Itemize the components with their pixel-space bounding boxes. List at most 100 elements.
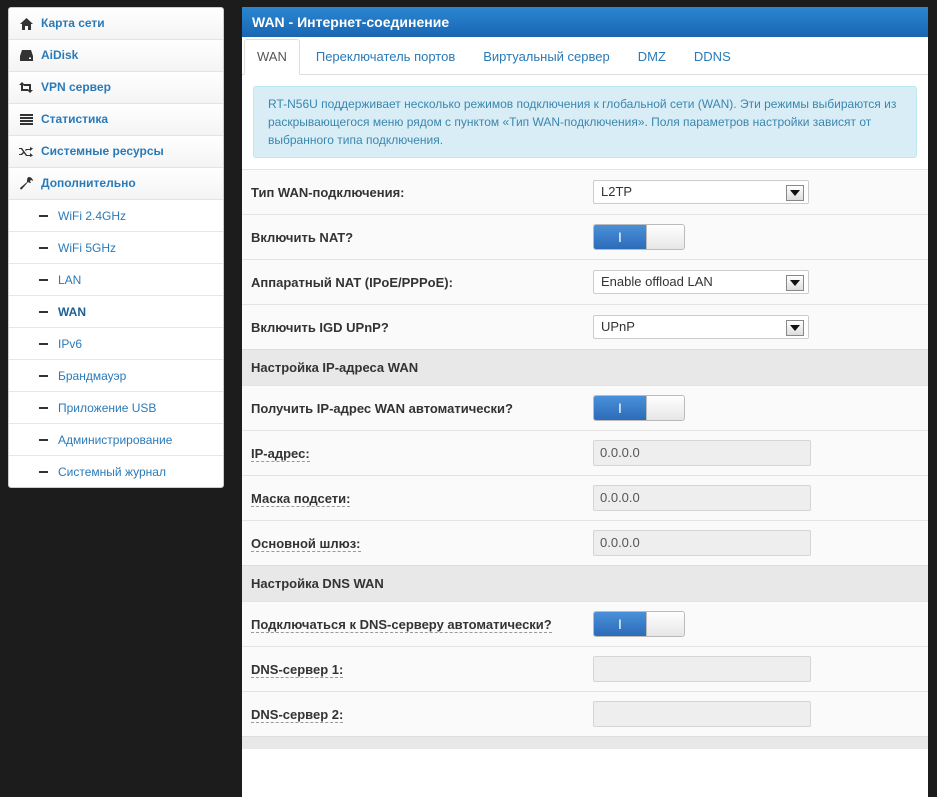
toggle-off bbox=[646, 396, 684, 420]
random-icon bbox=[19, 145, 33, 159]
sidebar-item-label: LAN bbox=[58, 272, 82, 287]
nav-item-vpn-server[interactable]: VPN сервер bbox=[9, 72, 223, 104]
dash-icon bbox=[39, 406, 48, 409]
hw-nat-value: Enable offload LAN bbox=[601, 274, 713, 289]
dash-icon bbox=[39, 438, 48, 441]
section-divider bbox=[242, 736, 928, 749]
gateway-field[interactable]: 0.0.0.0 bbox=[593, 530, 811, 556]
upnp-select[interactable]: UPnP bbox=[593, 315, 809, 339]
form-row-upnp: Включить IGD UPnP? UPnP bbox=[242, 304, 928, 349]
sidebar: Карта сети AiDisk VPN сервер Статистика … bbox=[8, 7, 224, 488]
chevron-down-icon bbox=[786, 320, 804, 336]
section-ip-settings: Настройка IP-адреса WAN bbox=[242, 349, 928, 385]
dash-icon bbox=[39, 214, 48, 217]
nav-item-aidisk[interactable]: AiDisk bbox=[9, 40, 223, 72]
wan-type-value: L2TP bbox=[601, 184, 633, 199]
sidebar-item-label: Брандмауэр bbox=[58, 368, 127, 383]
hw-nat-select[interactable]: Enable offload LAN bbox=[593, 270, 809, 294]
toggle-off bbox=[646, 612, 684, 636]
form-row-dns2: DNS-сервер 2: bbox=[242, 691, 928, 736]
dns2-label: DNS-сервер 2: bbox=[242, 706, 593, 723]
nav-item-label: Системные ресурсы bbox=[41, 144, 164, 158]
toggle-on: I bbox=[594, 396, 646, 420]
info-box: RT-N56U поддерживает несколько режимов п… bbox=[253, 86, 917, 158]
retweet-icon bbox=[19, 81, 33, 95]
auto-dns-label-text: Подключаться к DNS-серверу автоматически… bbox=[251, 616, 552, 633]
sidebar-item-administration[interactable]: Администрирование bbox=[9, 424, 223, 456]
dash-icon bbox=[39, 342, 48, 345]
hw-nat-label: Аппаратный NAT (IPoE/PPPoE): bbox=[251, 274, 453, 290]
dns2-label-text: DNS-сервер 2: bbox=[251, 706, 344, 723]
nav-item-advanced[interactable]: Дополнительно bbox=[9, 168, 223, 200]
sidebar-item-firewall[interactable]: Брандмауэр bbox=[9, 360, 223, 392]
sidebar-item-ipv6[interactable]: IPv6 bbox=[9, 328, 223, 360]
wan-type-select[interactable]: L2TP bbox=[593, 180, 809, 204]
nat-toggle[interactable]: I bbox=[593, 224, 685, 250]
ip-address-field[interactable]: 0.0.0.0 bbox=[593, 440, 811, 466]
dns2-field[interactable] bbox=[593, 701, 811, 727]
upnp-label: Включить IGD UPnP? bbox=[251, 319, 389, 335]
section-dns-settings: Настройка DNS WAN bbox=[242, 565, 928, 601]
upnp-value: UPnP bbox=[601, 319, 635, 334]
hdd-icon bbox=[19, 49, 33, 63]
sidebar-item-label: Системный журнал bbox=[58, 464, 166, 479]
ip-label-text: IP-адрес: bbox=[251, 445, 310, 462]
form-row-ip: IP-адрес: 0.0.0.0 bbox=[242, 430, 928, 475]
nav-item-label: AiDisk bbox=[41, 48, 79, 62]
nav-item-system-resources[interactable]: Системные ресурсы bbox=[9, 136, 223, 168]
form-row-mask: Маска подсети: 0.0.0.0 bbox=[242, 475, 928, 520]
sidebar-item-label: Приложение USB bbox=[58, 400, 157, 415]
main-panel: WAN - Интернет-соединение WAN Переключат… bbox=[242, 7, 928, 797]
form-row-gateway: Основной шлюз: 0.0.0.0 bbox=[242, 520, 928, 565]
gateway-label-text: Основной шлюз: bbox=[251, 535, 361, 552]
tab-ddns[interactable]: DDNS bbox=[682, 40, 743, 74]
auto-dns-label: Подключаться к DNS-серверу автоматически… bbox=[242, 616, 593, 633]
subnet-mask-field[interactable]: 0.0.0.0 bbox=[593, 485, 811, 511]
wan-type-label: Тип WAN-подключения: bbox=[251, 184, 405, 200]
auto-dns-toggle[interactable]: I bbox=[593, 611, 685, 637]
dash-icon bbox=[39, 278, 48, 281]
nav-item-label: Дополнительно bbox=[41, 176, 136, 190]
dash-icon bbox=[39, 246, 48, 249]
chevron-down-icon bbox=[786, 275, 804, 291]
sidebar-item-label: IPv6 bbox=[58, 336, 83, 351]
sidebar-item-label: WAN bbox=[58, 304, 86, 319]
page-title: WAN - Интернет-соединение bbox=[242, 7, 928, 37]
sidebar-item-label: Администрирование bbox=[58, 432, 173, 447]
tab-virtual-server[interactable]: Виртуальный сервер bbox=[471, 40, 622, 74]
toggle-on: I bbox=[594, 225, 646, 249]
sidebar-item-wifi-24[interactable]: WiFi 2.4GHz bbox=[9, 200, 223, 232]
sidebar-item-label: WiFi 5GHz bbox=[58, 240, 116, 255]
nav-item-statistics[interactable]: Статистика bbox=[9, 104, 223, 136]
sidebar-item-wan[interactable]: WAN bbox=[9, 296, 223, 328]
auto-ip-toggle[interactable]: I bbox=[593, 395, 685, 421]
dns1-field[interactable] bbox=[593, 656, 811, 682]
sidebar-item-wifi-5[interactable]: WiFi 5GHz bbox=[9, 232, 223, 264]
nav-item-label: VPN сервер bbox=[41, 80, 111, 94]
auto-ip-label: Получить IP-адрес WAN автоматически? bbox=[251, 400, 513, 416]
sidebar-item-usb-app[interactable]: Приложение USB bbox=[9, 392, 223, 424]
tab-bar: WAN Переключатель портов Виртуальный сер… bbox=[242, 37, 928, 75]
sidebar-item-system-log[interactable]: Системный журнал bbox=[9, 456, 223, 487]
tab-port-switch[interactable]: Переключатель портов bbox=[304, 40, 467, 74]
mask-label: Маска подсети: bbox=[242, 490, 593, 507]
nav-item-label: Статистика bbox=[41, 112, 109, 126]
form-row-hw-nat: Аппаратный NAT (IPoE/PPPoE): Enable offl… bbox=[242, 259, 928, 304]
dash-icon bbox=[39, 374, 48, 377]
dns1-label: DNS-сервер 1: bbox=[242, 661, 593, 678]
nav-item-network-map[interactable]: Карта сети bbox=[9, 8, 223, 40]
form-row-dns1: DNS-сервер 1: bbox=[242, 646, 928, 691]
tab-dmz[interactable]: DMZ bbox=[626, 40, 678, 74]
nat-label: Включить NAT? bbox=[251, 229, 354, 245]
chevron-down-icon bbox=[786, 185, 804, 201]
dash-icon bbox=[39, 470, 48, 473]
form-row-nat: Включить NAT? I bbox=[242, 214, 928, 259]
toggle-off bbox=[646, 225, 684, 249]
tab-wan[interactable]: WAN bbox=[244, 39, 300, 75]
dash-icon bbox=[39, 310, 48, 313]
sidebar-item-lan[interactable]: LAN bbox=[9, 264, 223, 296]
settings-form: Тип WAN-подключения: L2TP Включить NAT? … bbox=[242, 169, 928, 749]
form-row-wan-type: Тип WAN-подключения: L2TP bbox=[242, 169, 928, 214]
dns1-label-text: DNS-сервер 1: bbox=[251, 661, 344, 678]
gateway-label: Основной шлюз: bbox=[242, 535, 593, 552]
